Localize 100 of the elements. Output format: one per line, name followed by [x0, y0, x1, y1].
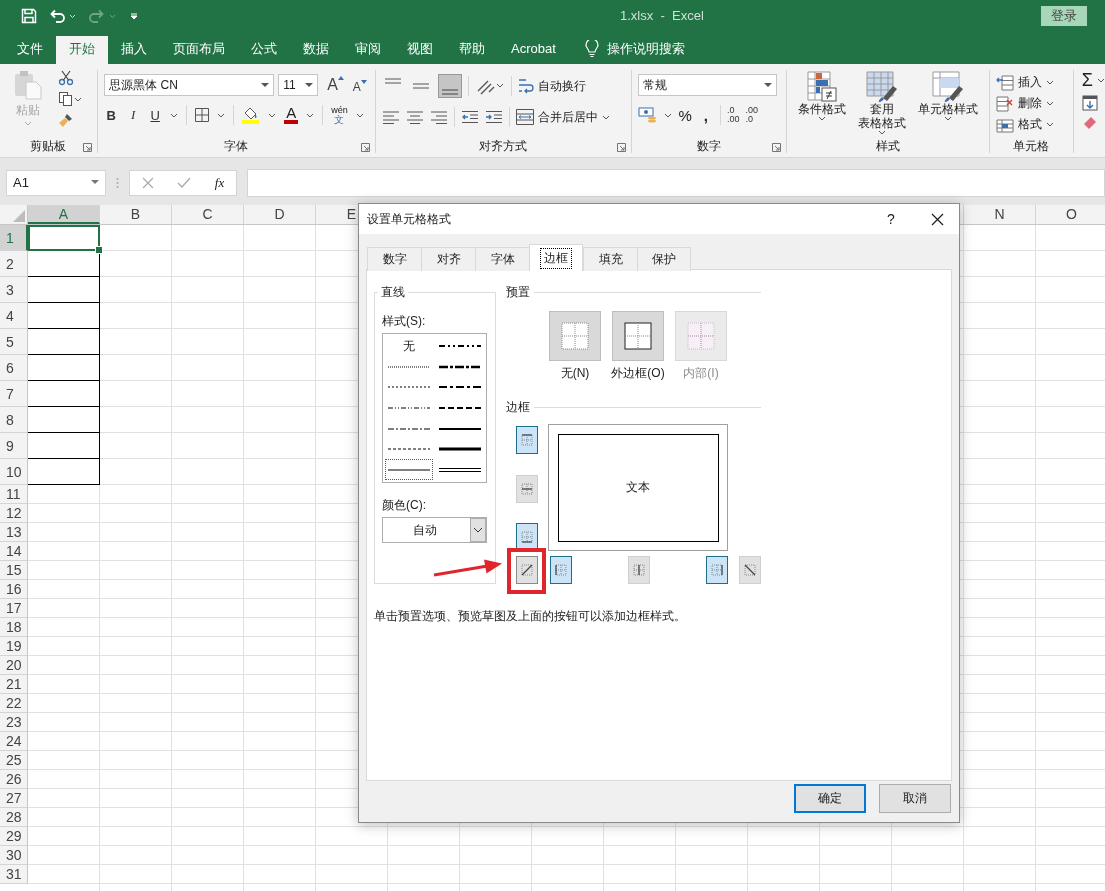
border-button[interactable] [516, 556, 538, 584]
dialog-launcher-icon[interactable] [83, 143, 92, 152]
row-header[interactable]: 28 [0, 808, 28, 827]
dialog-launcher-icon[interactable] [617, 143, 627, 152]
column-header[interactable]: C [172, 205, 244, 224]
caret-icon[interactable] [268, 112, 277, 118]
dropdown-arrow-icon[interactable] [305, 82, 314, 88]
caret-icon[interactable] [74, 96, 82, 102]
style-button[interactable]: 单元格样式 [917, 102, 978, 116]
percent-button[interactable]: % [678, 106, 692, 124]
border-button[interactable] [706, 556, 728, 584]
caret-icon[interactable] [817, 116, 826, 121]
conditional-format-icon[interactable] [805, 70, 838, 102]
menu-tab[interactable]: 插入 [108, 36, 160, 64]
row-header[interactable]: 21 [0, 675, 28, 694]
table-style-icon[interactable] [864, 70, 899, 102]
caret-icon[interactable] [1045, 122, 1054, 127]
caret-icon[interactable] [306, 112, 315, 118]
style-button[interactable]: 套用 表格格式 [857, 102, 906, 130]
border-button[interactable] [550, 556, 572, 584]
dialog-tab[interactable]: 字体 [475, 247, 529, 271]
font-name-dropdown[interactable]: 思源黑体 CN [104, 74, 275, 96]
cells-button[interactable]: 删除 [1017, 95, 1042, 112]
comma-button[interactable]: , [697, 106, 714, 124]
menu-tab[interactable]: 帮助 [446, 36, 498, 64]
row-header[interactable]: 23 [0, 713, 28, 732]
style-button[interactable]: 条件格式 [797, 102, 846, 116]
undo-icon[interactable] [49, 8, 77, 24]
row-header[interactable]: 27 [0, 789, 28, 808]
caret-icon[interactable] [1045, 101, 1054, 106]
align-right-icon[interactable] [430, 110, 449, 124]
merge-center-button[interactable]: 合并后居中 [538, 108, 599, 126]
border-button[interactable] [516, 523, 538, 551]
dropdown-arrow-icon[interactable] [261, 82, 270, 88]
menu-tab[interactable]: Acrobat [498, 36, 569, 64]
row-header[interactable]: 30 [0, 846, 28, 865]
menu-tab[interactable]: 公式 [238, 36, 290, 64]
phonetic-button[interactable]: wén 文 [331, 106, 348, 124]
column-header[interactable]: B [100, 205, 172, 224]
bordered-cell[interactable] [28, 459, 100, 485]
copy-icon[interactable] [58, 91, 74, 107]
caret-icon[interactable] [355, 112, 364, 118]
insert-function-button[interactable]: fx [214, 174, 225, 191]
row-header[interactable]: 8 [0, 407, 28, 433]
row-header[interactable]: 3 [0, 277, 28, 303]
caret-icon[interactable] [602, 114, 611, 120]
format-cells-icon[interactable] [995, 116, 1014, 133]
sign-in-button[interactable]: 登录 [1041, 6, 1087, 26]
cells-button[interactable]: 插入 [1017, 74, 1042, 91]
autosum-button[interactable]: Σ [1081, 70, 1093, 91]
row-header[interactable]: 1 [0, 225, 28, 251]
font-size-dropdown[interactable]: 11 [278, 74, 319, 96]
column-header[interactable]: N [964, 205, 1036, 224]
name-box[interactable]: A1 [6, 169, 106, 196]
grow-font-button[interactable]: A [322, 76, 344, 94]
row-header[interactable]: 18 [0, 618, 28, 637]
font-color-button[interactable]: A [284, 106, 299, 124]
dialog-tab[interactable]: 填充 [583, 247, 637, 271]
cell-style-icon[interactable] [930, 70, 965, 102]
bordered-cell[interactable] [28, 355, 100, 381]
caret-icon[interactable] [943, 116, 952, 121]
row-header[interactable]: 15 [0, 561, 28, 580]
caret-icon[interactable] [1097, 78, 1105, 83]
caret-icon[interactable] [664, 112, 673, 118]
color-dropdown[interactable]: 自动 [382, 517, 487, 543]
selected-cell[interactable] [28, 225, 100, 251]
bordered-cell[interactable] [28, 277, 100, 303]
lightbulb-icon[interactable] [584, 40, 599, 58]
decrease-decimal-button[interactable]: .00 .0 [745, 106, 758, 124]
line-style-option[interactable] [385, 459, 433, 480]
scissors-icon[interactable] [58, 70, 74, 86]
row-header[interactable]: 2 [0, 251, 28, 277]
row-header[interactable]: 25 [0, 751, 28, 770]
delete-cells-icon[interactable] [995, 95, 1014, 112]
row-header[interactable]: 31 [0, 865, 28, 884]
dialog-launcher-icon[interactable] [772, 143, 782, 152]
italic-button[interactable]: I [126, 107, 141, 123]
number-format-dropdown[interactable]: 常规 [638, 74, 778, 96]
caret-icon[interactable] [1045, 80, 1054, 85]
cells-button[interactable]: 格式 [1017, 116, 1042, 133]
row-header[interactable]: 20 [0, 656, 28, 675]
dropdown-arrow-icon[interactable] [91, 180, 99, 185]
row-header[interactable]: 5 [0, 329, 28, 355]
help-button[interactable]: ? [887, 211, 895, 227]
fill-icon[interactable] [1081, 95, 1098, 111]
dialog-tab[interactable]: 对齐 [421, 247, 475, 271]
row-header[interactable]: 6 [0, 355, 28, 381]
bordered-cell[interactable] [28, 251, 100, 277]
line-style-option[interactable]: 无 [385, 336, 433, 357]
bordered-cell[interactable] [28, 433, 100, 459]
row-header[interactable]: 4 [0, 303, 28, 329]
merge-cells-icon[interactable] [516, 109, 535, 125]
dialog-tab[interactable]: 数字 [367, 247, 421, 271]
insert-cells-icon[interactable] [995, 74, 1014, 91]
menu-tab[interactable]: 文件 [4, 36, 56, 64]
caret-icon[interactable] [217, 112, 226, 118]
formula-input[interactable] [247, 168, 1105, 197]
row-header[interactable]: 13 [0, 523, 28, 542]
dialog-tab[interactable]: 保护 [637, 247, 691, 271]
menu-tab[interactable]: 数据 [290, 36, 342, 64]
